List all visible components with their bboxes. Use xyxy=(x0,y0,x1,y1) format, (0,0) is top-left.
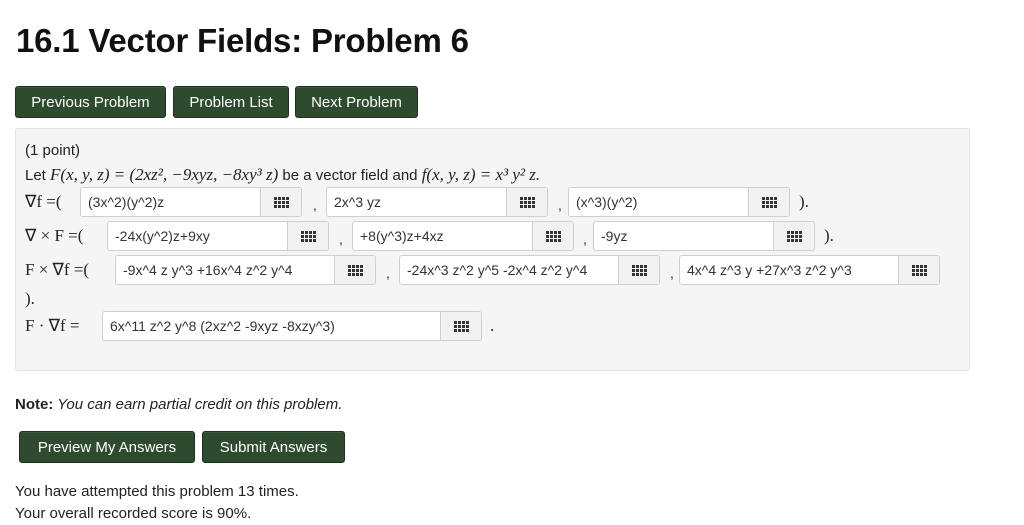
statement-let: Let xyxy=(25,167,51,184)
dot-product-answer xyxy=(102,311,482,341)
problem-statement: Let F(x, y, z) = (2xz², −9xyz, −8xy³ z) … xyxy=(25,165,540,185)
separator-comma: , xyxy=(339,231,343,247)
equation-palette-icon[interactable] xyxy=(287,222,328,250)
gradient-close: ). xyxy=(799,192,809,211)
cross-x-answer xyxy=(115,255,376,285)
equation-palette-icon[interactable] xyxy=(898,256,939,284)
separator-comma: , xyxy=(386,265,390,281)
note-label: Note: xyxy=(15,396,54,413)
submit-answers-button[interactable]: Submit Answers xyxy=(202,431,345,463)
curl-close: ). xyxy=(824,226,834,245)
separator-comma: , xyxy=(583,231,587,247)
equation-palette-icon[interactable] xyxy=(260,188,301,216)
equation-palette-icon[interactable] xyxy=(334,256,375,284)
separator-comma: , xyxy=(558,197,562,213)
note-text: You can earn partial credit on this prob… xyxy=(53,396,343,413)
separator-comma: , xyxy=(670,265,674,281)
gradient-x-input[interactable] xyxy=(81,188,260,216)
curl-x-input[interactable] xyxy=(108,222,287,250)
dot-product-input[interactable] xyxy=(103,312,440,340)
gradient-z-input[interactable] xyxy=(569,188,748,216)
curl-label: ∇ × F =( xyxy=(25,226,84,245)
dot-product-close: . xyxy=(490,316,495,335)
cross-y-input[interactable] xyxy=(400,256,618,284)
separator-comma: , xyxy=(313,197,317,213)
cross-product-close: ). xyxy=(25,289,35,308)
equation-palette-icon[interactable] xyxy=(618,256,659,284)
curl-z-answer xyxy=(593,221,815,251)
cross-product-label: F × ∇f =( xyxy=(25,260,90,279)
cross-x-input[interactable] xyxy=(116,256,334,284)
vector-field-definition: F(x, y, z) = (2xz², −9xyz, −8xy³ z) xyxy=(50,165,279,184)
curl-y-input[interactable] xyxy=(353,222,532,250)
problem-list-button[interactable]: Problem List xyxy=(173,86,289,118)
partial-credit-note: Note: You can earn partial credit on thi… xyxy=(15,396,342,413)
equation-palette-icon[interactable] xyxy=(748,188,789,216)
equation-palette-icon[interactable] xyxy=(532,222,573,250)
point-value: (1 point) xyxy=(25,142,81,159)
cross-y-answer xyxy=(399,255,660,285)
curl-y-answer xyxy=(352,221,574,251)
gradient-x-answer xyxy=(80,187,302,217)
curl-x-answer xyxy=(107,221,329,251)
gradient-y-input[interactable] xyxy=(327,188,506,216)
dot-product-label: F · ∇f = xyxy=(25,316,80,335)
equation-palette-icon[interactable] xyxy=(440,312,481,340)
scalar-function-definition: f(x, y, z) = x³ y² z. xyxy=(421,165,541,184)
gradient-label: ∇f =( xyxy=(25,192,62,211)
recorded-score: Your overall recorded score is 90%. xyxy=(15,505,252,522)
curl-z-input[interactable] xyxy=(594,222,773,250)
previous-problem-button[interactable]: Previous Problem xyxy=(15,86,166,118)
gradient-z-answer xyxy=(568,187,790,217)
cross-z-answer xyxy=(679,255,940,285)
page-title: 16.1 Vector Fields: Problem 6 xyxy=(16,22,469,59)
next-problem-button[interactable]: Next Problem xyxy=(295,86,418,118)
gradient-y-answer xyxy=(326,187,548,217)
equation-palette-icon[interactable] xyxy=(773,222,814,250)
equation-palette-icon[interactable] xyxy=(506,188,547,216)
attempt-count: You have attempted this problem 13 times… xyxy=(15,483,299,500)
statement-middle: be a vector field and xyxy=(278,167,422,184)
cross-z-input[interactable] xyxy=(680,256,898,284)
preview-answers-button[interactable]: Preview My Answers xyxy=(19,431,195,463)
